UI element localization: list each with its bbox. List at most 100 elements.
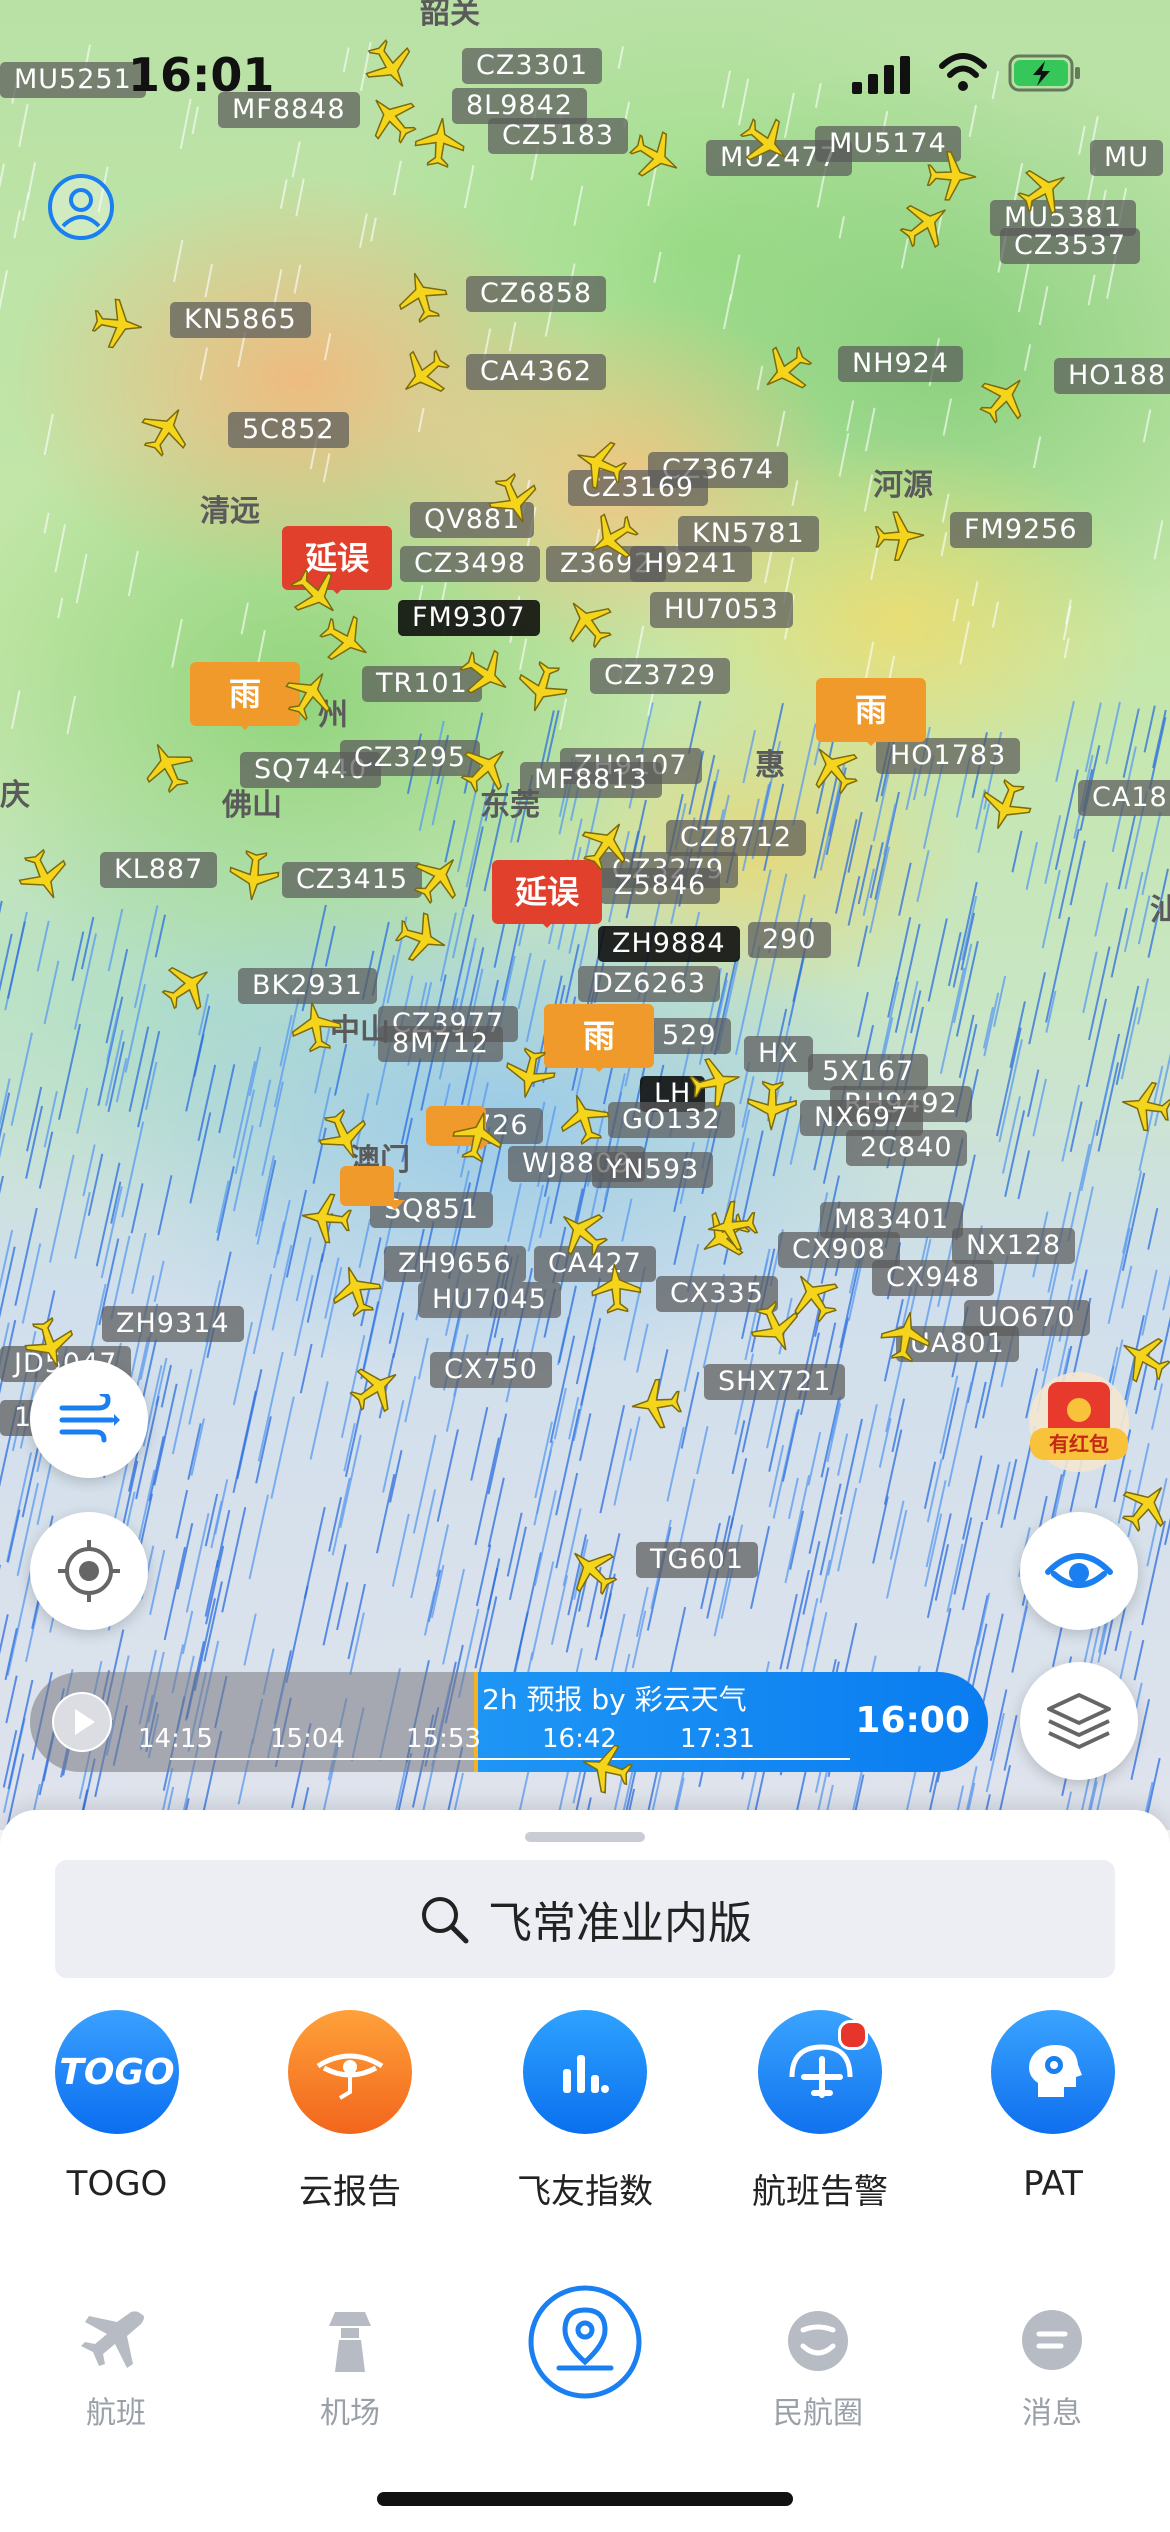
tab-flights[interactable]: 航班	[46, 2306, 186, 2432]
sheet-handle[interactable]	[525, 1832, 645, 1842]
airplane-marker-icon[interactable]	[297, 1189, 354, 1246]
city-label: 清远	[200, 494, 260, 529]
locate-icon	[58, 1540, 120, 1602]
flight-label[interactable]: MF8813	[520, 762, 662, 798]
flight-label[interactable]: CZ6858	[466, 276, 607, 312]
profile-button[interactable]	[46, 172, 116, 246]
feature-flyer-index[interactable]: 飞友指数	[495, 2010, 675, 2213]
flight-label[interactable]: DZ6263	[578, 966, 720, 1002]
flight-label[interactable]: CA4362	[466, 354, 607, 390]
timeline-cursor[interactable]	[474, 1672, 478, 1772]
flight-label[interactable]: HX	[744, 1036, 813, 1072]
tab-airports[interactable]: 机场	[280, 2306, 420, 2432]
feature-flight-alert[interactable]: 航班告警	[730, 2010, 910, 2213]
rain-badge[interactable]: 雨	[816, 678, 926, 746]
airplane-marker-icon[interactable]	[286, 996, 346, 1056]
play-button[interactable]	[52, 1692, 112, 1752]
flight-label[interactable]: HU7045	[418, 1282, 561, 1318]
layers-button[interactable]	[1020, 1662, 1138, 1780]
flight-label[interactable]: CA18	[1078, 780, 1170, 816]
flight-label[interactable]: CZ3498	[400, 546, 541, 582]
flight-label[interactable]: CX750	[430, 1352, 552, 1388]
airplane-marker-icon[interactable]	[225, 847, 282, 904]
battery-icon	[1008, 54, 1080, 92]
airplane-marker-icon[interactable]	[411, 113, 468, 170]
feature-togo[interactable]: TOGO TOGO	[27, 2010, 207, 2204]
timeline-tick: 14:15	[138, 1724, 213, 1754]
airplane-marker-icon[interactable]	[627, 1375, 684, 1432]
airplane-marker-icon[interactable]	[685, 1051, 747, 1113]
togo-icon: TOGO	[55, 2010, 179, 2134]
flight-label[interactable]: TG601	[636, 1542, 758, 1578]
delay-badge[interactable]: 延误	[492, 860, 602, 928]
chat-icon	[1022, 2310, 1082, 2370]
flight-label[interactable]: 2C840	[846, 1130, 967, 1166]
timeline-tick: 15:53	[406, 1724, 481, 1754]
tab-bar: 航班 机场 民航圈 消息	[0, 2285, 1170, 2450]
wind-button[interactable]	[30, 1360, 148, 1478]
flight-label[interactable]: NH924	[838, 346, 964, 382]
rain-badge[interactable]: 雨	[544, 1004, 654, 1072]
airplane-marker-icon[interactable]	[745, 1079, 799, 1133]
flight-label[interactable]: BK2931	[238, 968, 377, 1004]
wifi-icon	[939, 53, 987, 91]
airplane-marker-icon[interactable]	[703, 1197, 762, 1256]
flight-label[interactable]: CZ3729	[590, 658, 731, 694]
flight-label[interactable]: NX128	[952, 1228, 1076, 1264]
city-label: 汕	[1150, 893, 1170, 928]
flight-label[interactable]: 290	[748, 922, 831, 958]
airplane-marker-icon[interactable]	[588, 1260, 644, 1316]
flight-label[interactable]: KL887	[100, 852, 218, 888]
eye-button[interactable]	[1020, 1512, 1138, 1630]
play-icon	[54, 1694, 110, 1750]
timeline-axis	[170, 1758, 850, 1760]
flight-label[interactable]: 529	[648, 1018, 731, 1054]
feature-label: 云报告	[299, 2172, 401, 2212]
tab-label: 消息	[1022, 2396, 1082, 2431]
flight-label[interactable]: FM9256	[950, 512, 1092, 548]
airplane-marker-icon[interactable]	[876, 1306, 936, 1366]
map-pin-icon	[528, 2285, 642, 2399]
flight-label[interactable]: H9241	[630, 546, 753, 582]
smile-icon	[788, 2311, 848, 2371]
search-bar[interactable]: 飞常准业内版	[55, 1860, 1115, 1978]
flight-label[interactable]: CX948	[872, 1260, 994, 1296]
flight-label[interactable]: 8M712	[378, 1026, 504, 1062]
flight-label[interactable]: HU7053	[650, 592, 793, 628]
feature-cloud-report[interactable]: 云报告	[260, 2010, 440, 2213]
airplane-marker-icon[interactable]	[499, 1043, 561, 1105]
forecast-timeline[interactable]: 2h 预报 by 彩云天气 14:15 15:04 15:53 16:42 17…	[30, 1672, 988, 1772]
user-circle-icon	[48, 174, 114, 240]
tab-messages[interactable]: 消息	[982, 2306, 1122, 2432]
red-packet-button[interactable]: 有红包	[1020, 1370, 1138, 1480]
flight-label[interactable]: SHX721	[704, 1364, 846, 1400]
flight-map[interactable]: 清远 河源 州 佛山 东莞 惠 庆 中山 澳门 汕 韶关 MU5251 MF884…	[0, 0, 1170, 1830]
flight-label[interactable]: 5X167	[808, 1054, 929, 1090]
flight-label[interactable]: FM9307	[398, 600, 540, 636]
flight-label[interactable]: CZ8712	[666, 820, 807, 856]
flight-label[interactable]: ZH9884	[598, 926, 740, 962]
flight-label[interactable]: ZH9314	[102, 1306, 244, 1342]
airplane-marker-icon[interactable]	[89, 295, 148, 354]
search-icon	[422, 1897, 469, 1944]
flight-label[interactable]: KN5865	[170, 302, 311, 338]
signal-icon	[852, 56, 910, 94]
flight-label[interactable]: HO188	[1054, 358, 1170, 394]
flight-label[interactable]: HO1783	[876, 738, 1021, 774]
locate-button[interactable]	[30, 1512, 148, 1630]
feature-pat[interactable]: PAT	[963, 2010, 1143, 2204]
feature-label: 飞友指数	[517, 2172, 653, 2212]
flight-label[interactable]: ZH9656	[384, 1246, 526, 1282]
flight-label[interactable]: Z5846	[600, 868, 721, 904]
flight-label[interactable]: CZ3537	[1000, 228, 1141, 264]
airplane-marker-icon[interactable]	[1116, 1076, 1170, 1136]
feature-label: 航班告警	[752, 2172, 888, 2212]
flight-label[interactable]: YN593	[592, 1152, 714, 1188]
status-time: 16:01	[128, 48, 275, 102]
layers-icon	[1047, 1693, 1111, 1749]
flight-label[interactable]: 5C852	[228, 412, 349, 448]
eye-of-horus-icon	[288, 2010, 412, 2134]
tab-map[interactable]	[515, 2282, 655, 2414]
airplane-marker-icon[interactable]	[873, 509, 927, 563]
tab-community[interactable]: 民航圈	[748, 2306, 888, 2432]
